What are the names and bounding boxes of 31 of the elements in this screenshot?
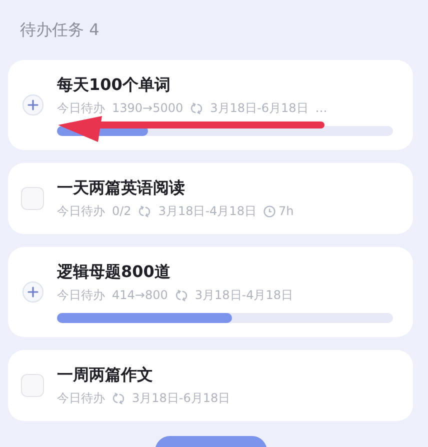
plus-icon[interactable] [22,281,44,303]
repeat-icon [190,102,204,114]
plus-icon[interactable] [22,94,44,116]
task-card[interactable]: 一天两篇英语阅读 今日待办 0/2 3月18日-4月18日 7h [8,163,413,234]
task-dates: 3月18日-6月18日 [210,100,308,117]
task-status: 今日待办 [57,100,105,117]
task-card[interactable]: 每天100个单词 今日待办 1390→5000 3月18日-6月18日 … [8,60,413,150]
clock-icon [263,204,276,218]
task-dates: 3月18日-6月18日 [132,390,230,407]
task-dates: 3月18日-4月18日 [194,287,294,304]
task-card[interactable]: 一周两篇作文 今日待办 3月18日-6月18日 [8,350,413,421]
task-title: 每天100个单词 [57,74,172,96]
task-title: 逻辑母题800道 [57,261,172,283]
task-count: 1390→5000 [112,100,184,117]
task-count: 0/2 [112,203,132,220]
repeat-icon [138,204,152,218]
repeat-icon [112,392,125,404]
section-title: 待办任务 4 [19,19,100,41]
checkbox[interactable] [21,187,44,210]
task-title: 一天两篇英语阅读 [57,177,186,199]
task-title: 一周两篇作文 [57,364,154,386]
task-status: 今日待办 [57,203,105,220]
task-card[interactable]: 逻辑母题800道 今日待办 414→800 3月18日-4月18日 [8,247,413,337]
task-count: 414→800 [112,287,168,304]
checkbox[interactable] [21,374,44,397]
more-text: … [315,100,328,117]
task-status: 今日待办 [57,287,105,304]
task-dates: 3月18日-4月18日 [158,203,256,220]
task-status: 今日待办 [57,390,105,407]
repeat-icon [174,288,188,302]
task-duration: 7h [278,203,294,220]
